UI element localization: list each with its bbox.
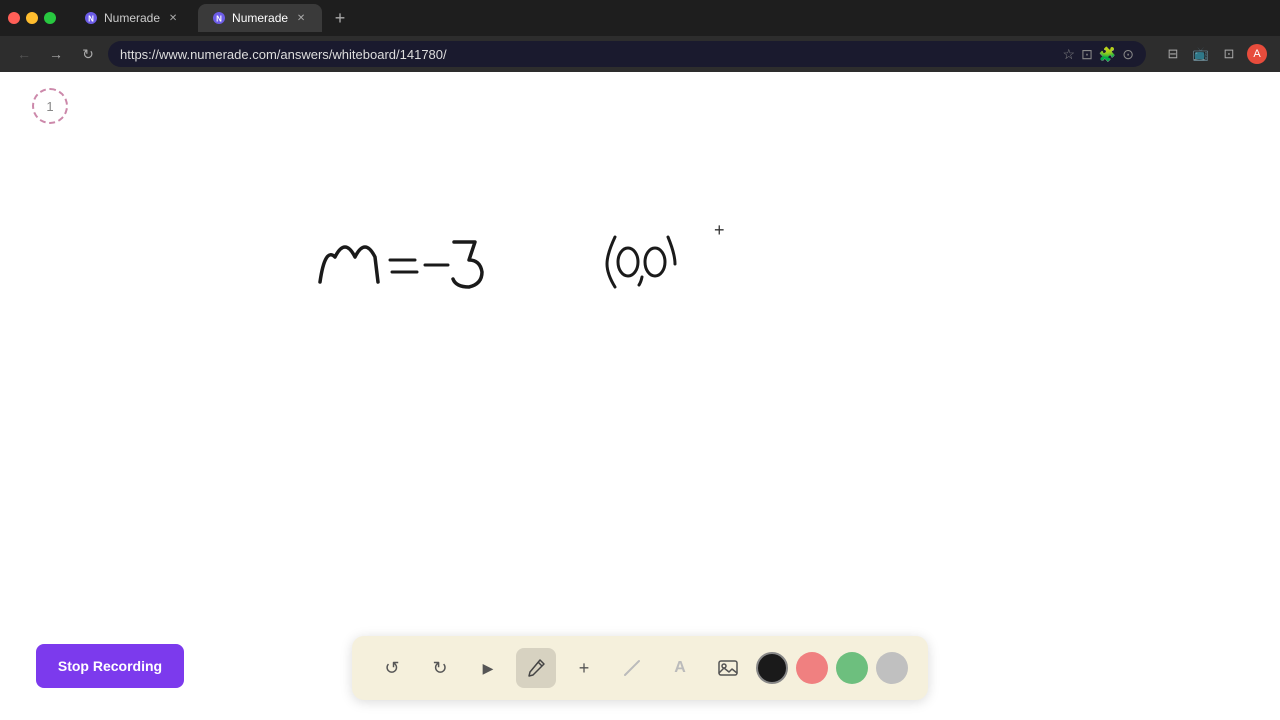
close-window-button[interactable] [8, 12, 20, 24]
cast-tab-icon[interactable]: 📺 [1190, 43, 1212, 65]
color-black[interactable] [756, 652, 788, 684]
main-content: 1 + [0, 72, 1280, 720]
profile-icon[interactable]: A [1246, 43, 1268, 65]
color-green[interactable] [836, 652, 868, 684]
eraser-button[interactable] [612, 648, 652, 688]
whiteboard-toolbar: ↺ ↻ ▶ + [352, 636, 928, 700]
tab-1-close-button[interactable]: ✕ [166, 11, 180, 25]
add-shape-button[interactable]: + [564, 648, 604, 688]
reload-button[interactable]: ↻ [76, 42, 100, 66]
tab-bar: N Numerade ✕ N Numerade ✕ + [0, 0, 1280, 36]
undo-button[interactable]: ↺ [372, 648, 412, 688]
select-tool-button[interactable]: ▶ [468, 648, 508, 688]
whiteboard-drawing [0, 72, 1280, 720]
tab-2-title: Numerade [232, 11, 288, 25]
stop-recording-button[interactable]: Stop Recording [36, 644, 184, 688]
address-bar[interactable]: https://www.numerade.com/answers/whitebo… [108, 41, 1146, 67]
svg-text:N: N [88, 15, 94, 24]
whiteboard[interactable]: 1 + [0, 72, 1280, 720]
tab-1-title: Numerade [104, 11, 160, 25]
tab-2-close-button[interactable]: ✕ [294, 11, 308, 25]
page-indicator: 1 [32, 88, 68, 124]
account-icon[interactable]: ⊙ [1122, 46, 1134, 63]
eraser-icon [622, 658, 642, 678]
image-icon [717, 657, 739, 679]
side-panel-icon[interactable]: ⊡ [1218, 43, 1240, 65]
forward-button[interactable]: → [44, 42, 68, 66]
browser-tab-1[interactable]: N Numerade ✕ [70, 4, 194, 32]
text-tool-button[interactable]: A [660, 648, 700, 688]
cursor-crosshair: + [714, 220, 725, 241]
image-insert-button[interactable] [708, 648, 748, 688]
page-number: 1 [46, 99, 53, 114]
address-text: https://www.numerade.com/answers/whitebo… [120, 47, 1057, 62]
browser-chrome: N Numerade ✕ N Numerade ✕ + ← → ↻ https:… [0, 0, 1280, 72]
traffic-lights [8, 12, 56, 24]
extensions-icon[interactable]: 🧩 [1099, 46, 1116, 63]
tab-1-favicon: N [84, 11, 98, 25]
address-icons: ☆ ⊡ 🧩 ⊙ [1063, 46, 1134, 63]
address-bar-row: ← → ↻ https://www.numerade.com/answers/w… [0, 36, 1280, 72]
new-tab-button[interactable]: + [326, 4, 354, 32]
bookmark-icon[interactable]: ☆ [1063, 46, 1076, 63]
minimize-window-button[interactable] [26, 12, 38, 24]
cast-icon[interactable]: ⊡ [1081, 46, 1093, 63]
back-button[interactable]: ← [12, 42, 36, 66]
pen-icon [526, 658, 546, 678]
browser-tab-2[interactable]: N Numerade ✕ [198, 4, 322, 32]
maximize-window-button[interactable] [44, 12, 56, 24]
screen-capture-icon[interactable]: ⊟ [1162, 43, 1184, 65]
color-gray[interactable] [876, 652, 908, 684]
svg-text:N: N [216, 15, 222, 24]
tab-2-favicon: N [212, 11, 226, 25]
pen-tool-button[interactable] [516, 648, 556, 688]
browser-actions: ⊟ 📺 ⊡ A [1162, 43, 1268, 65]
redo-button[interactable]: ↻ [420, 648, 460, 688]
color-pink[interactable] [796, 652, 828, 684]
